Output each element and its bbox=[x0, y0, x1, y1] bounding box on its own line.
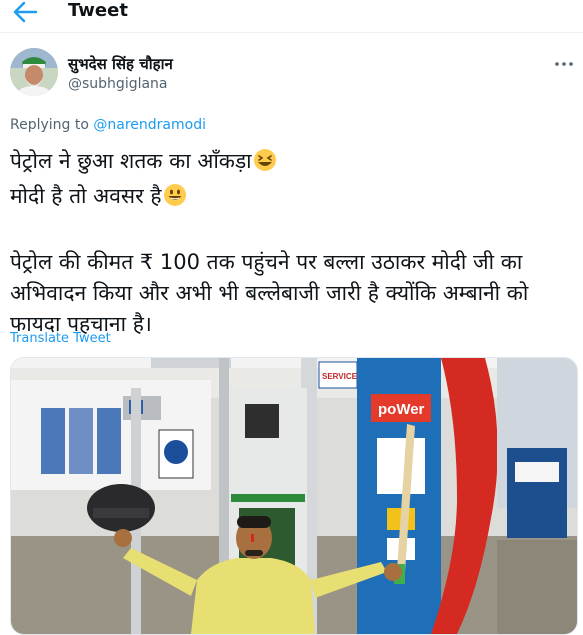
tweet-line-1: पेट्रोल ने छुआ शतक का आँकड़ा bbox=[10, 149, 252, 173]
laughing-face-emoji bbox=[253, 148, 277, 181]
replying-to: Replying to @narendramodi bbox=[10, 116, 206, 134]
more-horizontal-icon bbox=[555, 62, 573, 66]
author-handle[interactable]: @subhgiglana bbox=[68, 75, 168, 93]
profile-photo bbox=[10, 48, 58, 96]
service-sign: SERVICE bbox=[322, 372, 358, 381]
more-options-button[interactable] bbox=[552, 54, 576, 74]
back-button[interactable] bbox=[12, 0, 38, 24]
petrol-pump-photo: SERVICE poWer bbox=[11, 358, 577, 634]
translate-tweet-link[interactable]: Translate Tweet bbox=[10, 331, 111, 347]
arrow-left-icon bbox=[13, 1, 38, 23]
tweet-photo[interactable]: SERVICE poWer bbox=[10, 357, 578, 635]
page-title: Tweet bbox=[68, 0, 128, 21]
smiling-face-emoji bbox=[163, 183, 187, 216]
replying-prefix: Replying to bbox=[10, 117, 89, 133]
tweet-paragraph: पेट्रोल की कीमत ₹ 100 तक पहुंचने पर बल्ल… bbox=[10, 250, 536, 336]
power-sign: poWer bbox=[378, 401, 425, 418]
avatar[interactable] bbox=[10, 48, 58, 96]
mention-link[interactable]: @narendramodi bbox=[93, 117, 206, 133]
author-display-name[interactable]: सुभदेस सिंह चौहान bbox=[68, 54, 173, 74]
tweet-text: पेट्रोल ने छुआ शतक का आँकड़ा मोदी है तो … bbox=[10, 146, 575, 340]
tweet-line-2: मोदी है तो अवसर है bbox=[10, 184, 162, 208]
top-bar: Tweet bbox=[0, 0, 583, 33]
